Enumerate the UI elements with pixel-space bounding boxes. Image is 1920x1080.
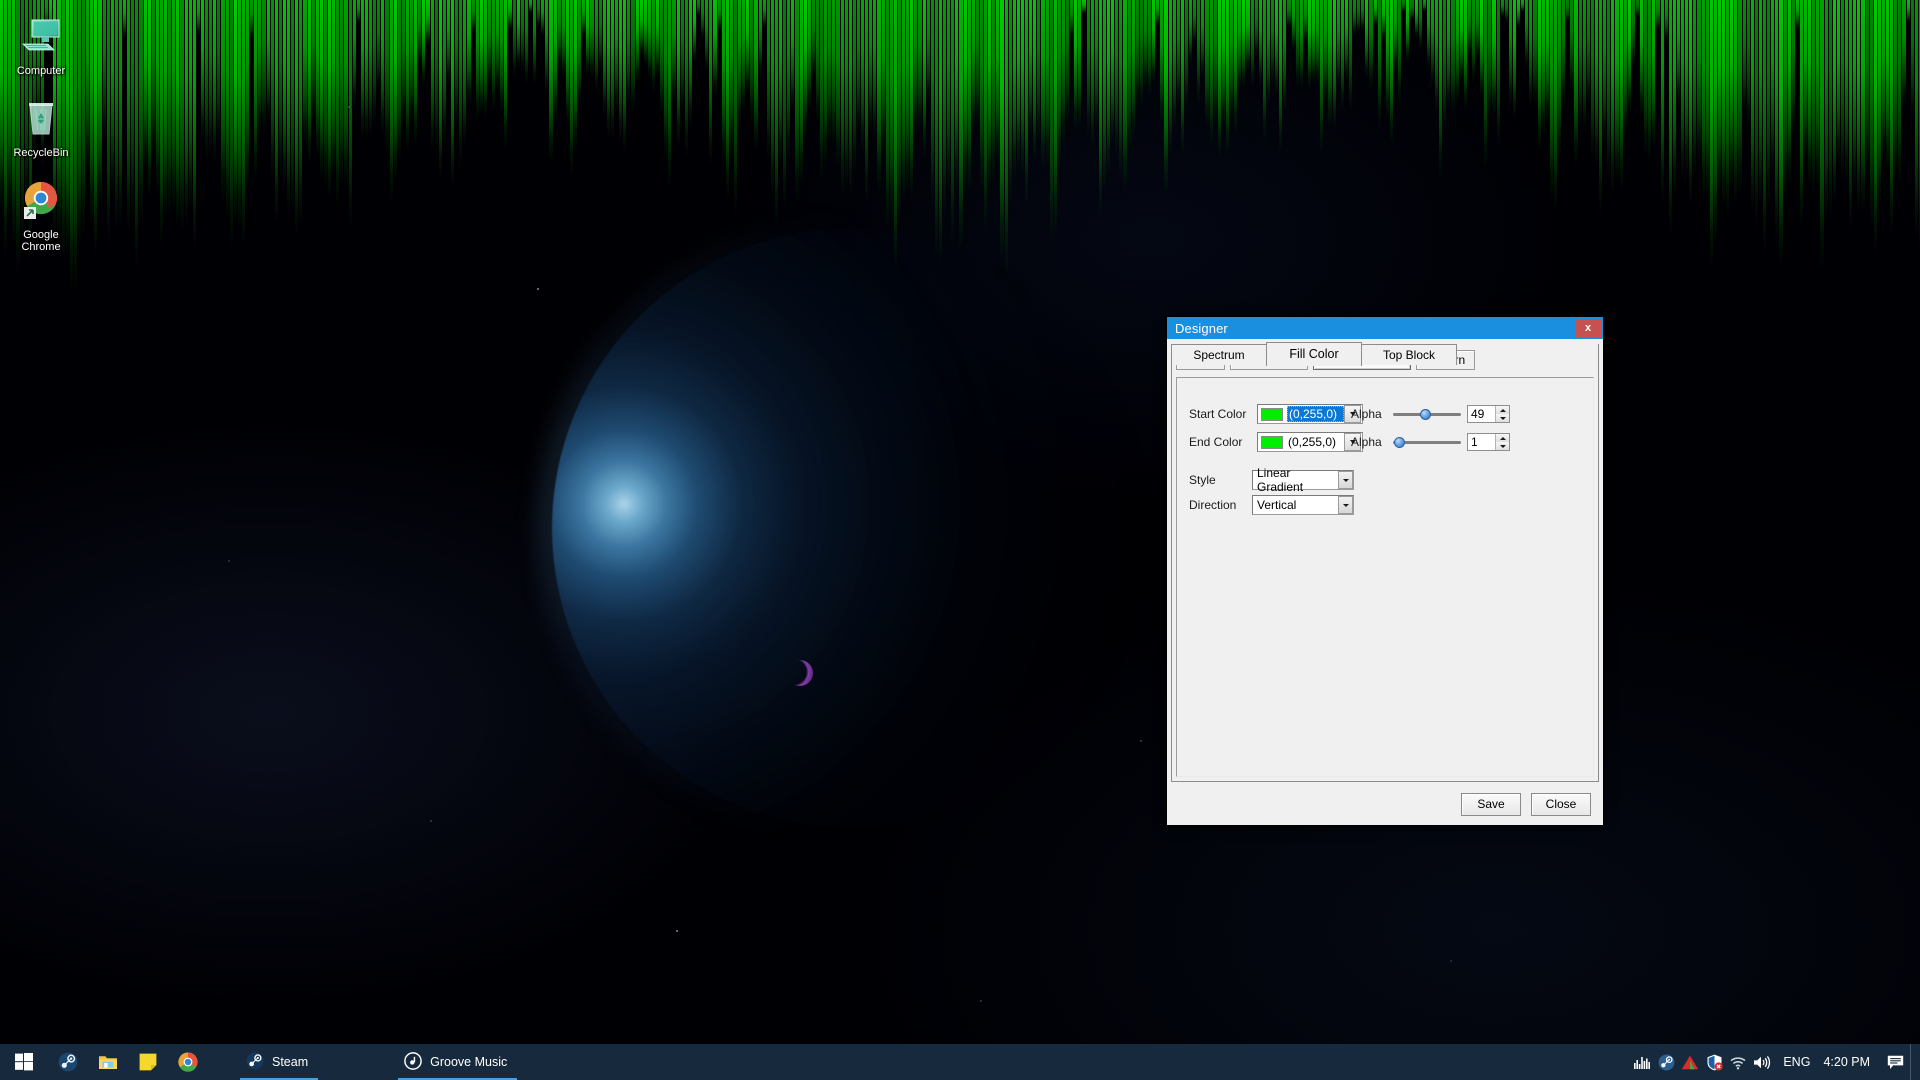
- end-color-swatch[interactable]: [1261, 435, 1283, 449]
- end-alpha-row: Alpha 1: [1351, 433, 1510, 451]
- gradient-color-panel: Start Color (0,255,0) Alpha 49 End Color…: [1176, 377, 1594, 777]
- stepper-buttons[interactable]: [1495, 434, 1509, 450]
- red-triangle-icon[interactable]: [1678, 1044, 1702, 1080]
- style-value[interactable]: Linear Gradient: [1253, 466, 1338, 494]
- recycle-bin-icon: [18, 96, 64, 142]
- tab-fill-color[interactable]: Fill Color: [1266, 342, 1362, 366]
- desktop-icon-label-line2: Chrome: [21, 241, 61, 253]
- computer-icon: [18, 14, 64, 60]
- save-button[interactable]: Save: [1461, 792, 1521, 816]
- dialog-titlebar[interactable]: Designer x: [1167, 317, 1603, 339]
- stepper-buttons[interactable]: [1495, 406, 1509, 422]
- notification-icon[interactable]: [1880, 1044, 1910, 1080]
- end-alpha-value[interactable]: 1: [1468, 434, 1495, 450]
- start-alpha-value[interactable]: 49: [1468, 406, 1495, 422]
- desktop-icon-label-line1: Google: [23, 229, 59, 241]
- end-alpha-stepper[interactable]: 1: [1467, 433, 1510, 451]
- style-row: Style Linear Gradient: [1189, 466, 1354, 494]
- tab-top-block[interactable]: Top Block: [1361, 344, 1457, 365]
- tab-strip-filler: [1456, 344, 1600, 365]
- end-alpha-slider[interactable]: [1393, 433, 1461, 451]
- chevron-down-icon[interactable]: [1338, 496, 1353, 514]
- chrome-icon: [18, 178, 64, 224]
- start-alpha-row: Alpha 49: [1351, 405, 1510, 423]
- direction-value[interactable]: Vertical: [1253, 498, 1338, 512]
- steam-icon: [246, 1052, 264, 1073]
- taskbar-window-steam[interactable]: Steam: [236, 1044, 322, 1080]
- steam-icon[interactable]: [1654, 1044, 1678, 1080]
- tab-page-fill-color: None Solid Color Gradient Color Pattern …: [1171, 344, 1599, 782]
- tab-spectrum[interactable]: Spectrum: [1171, 344, 1267, 365]
- taskbar-window-groove-music[interactable]: Groove Music: [394, 1044, 521, 1080]
- wifi-icon[interactable]: [1726, 1044, 1750, 1080]
- planet-icon: [552, 228, 1152, 828]
- desktop-icon-recyclebin[interactable]: RecycleBin: [4, 96, 78, 159]
- taskbar-window-label: Groove Music: [430, 1055, 508, 1069]
- start-color-value[interactable]: (0,255,0): [1287, 406, 1344, 422]
- dialog-button-bar: Save Close: [1167, 783, 1603, 825]
- close-icon[interactable]: x: [1575, 318, 1601, 338]
- desktop-icon-label: Computer: [16, 65, 66, 77]
- style-combobox[interactable]: Linear Gradient: [1252, 466, 1354, 494]
- start-alpha-label: Alpha: [1351, 407, 1382, 421]
- start-color-combobox[interactable]: (0,255,0): [1257, 404, 1363, 424]
- groove-music-icon: [404, 1051, 422, 1073]
- direction-label: Direction: [1189, 498, 1237, 512]
- start-color-label: Start Color: [1189, 407, 1247, 421]
- slider-thumb[interactable]: [1419, 409, 1431, 420]
- stepper-down-icon[interactable]: [1496, 414, 1509, 422]
- show-desktop-button[interactable]: [1910, 1044, 1918, 1080]
- direction-combobox[interactable]: Vertical: [1252, 495, 1354, 515]
- desktop-icon-computer[interactable]: Computer: [4, 14, 78, 77]
- taskbar-window-label: Steam: [272, 1055, 309, 1069]
- stepper-up-icon[interactable]: [1496, 434, 1509, 442]
- end-color-row: End Color (0,255,0): [1189, 432, 1363, 452]
- desktop[interactable]: Computer RecycleBin Google Chrome Design…: [0, 0, 1920, 1080]
- stepper-down-icon[interactable]: [1496, 442, 1509, 450]
- volume-icon[interactable]: [1750, 1044, 1774, 1080]
- system-tray[interactable]: ENG 4:20 PM: [1630, 1044, 1920, 1080]
- start-button[interactable]: [0, 1044, 48, 1080]
- taskbar-pin-file-explorer[interactable]: [88, 1044, 128, 1080]
- end-color-label: End Color: [1189, 435, 1243, 449]
- slider-thumb[interactable]: [1393, 437, 1405, 448]
- start-alpha-slider[interactable]: [1393, 405, 1461, 423]
- chevron-down-icon[interactable]: [1338, 471, 1353, 489]
- shield-warning-icon[interactable]: [1702, 1044, 1726, 1080]
- desktop-icon-label: RecycleBin: [13, 147, 69, 159]
- tab-bar[interactable]: Spectrum Fill Color Top Block: [1171, 342, 1599, 366]
- equalizer-icon[interactable]: [1630, 1044, 1654, 1080]
- designer-dialog[interactable]: Designer x Spectrum Fill Color Top Block…: [1166, 316, 1604, 826]
- language-indicator[interactable]: ENG: [1774, 1044, 1819, 1080]
- taskbar[interactable]: Steam Groove Music ENG 4:20 PM: [0, 1044, 1920, 1080]
- start-alpha-stepper[interactable]: 49: [1467, 405, 1510, 423]
- moon-icon: [787, 660, 813, 686]
- end-alpha-label: Alpha: [1351, 435, 1382, 449]
- dialog-title: Designer: [1175, 320, 1228, 336]
- end-color-combobox[interactable]: (0,255,0): [1257, 432, 1363, 452]
- start-color-swatch[interactable]: [1261, 407, 1283, 421]
- close-button[interactable]: Close: [1531, 792, 1591, 816]
- style-label: Style: [1189, 473, 1216, 487]
- direction-row: Direction Vertical: [1189, 495, 1354, 515]
- stepper-up-icon[interactable]: [1496, 406, 1509, 414]
- desktop-icon-google-chrome[interactable]: Google Chrome: [4, 178, 78, 253]
- start-color-row: Start Color (0,255,0): [1189, 404, 1363, 424]
- taskbar-pin-chrome[interactable]: [168, 1044, 208, 1080]
- clock[interactable]: 4:20 PM: [1819, 1044, 1880, 1080]
- taskbar-pin-sticky-notes[interactable]: [128, 1044, 168, 1080]
- taskbar-pin-steam[interactable]: [48, 1044, 88, 1080]
- end-color-value[interactable]: (0,255,0): [1287, 435, 1344, 449]
